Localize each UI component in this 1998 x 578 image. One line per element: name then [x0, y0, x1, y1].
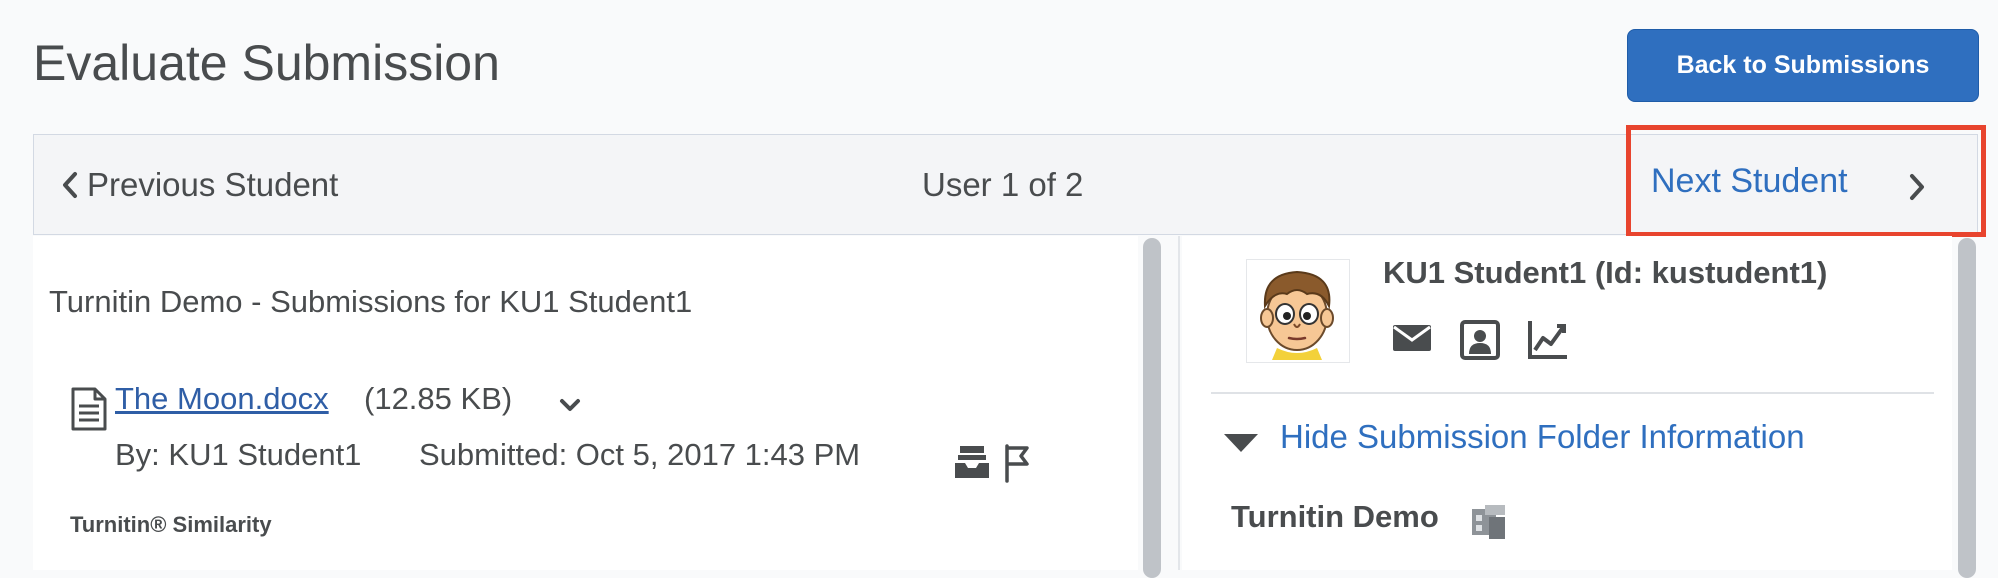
- right-pane-scrollbar[interactable]: [1958, 238, 1976, 578]
- page-title: Evaluate Submission: [33, 35, 500, 91]
- document-icon: [71, 387, 107, 431]
- next-student-link[interactable]: Next Student: [1651, 140, 1951, 222]
- file-size: (12.85 KB): [364, 381, 513, 416]
- previous-student-link[interactable]: Previous Student: [61, 135, 338, 234]
- chevron-left-icon: [63, 171, 77, 198]
- user-profile-icon[interactable]: [1460, 320, 1500, 360]
- student-name: KU1 Student1 (Id: kustudent1): [1383, 255, 1828, 290]
- left-pane-scrollbar[interactable]: [1143, 238, 1161, 578]
- folder-name: Turnitin Demo: [1231, 499, 1439, 534]
- turnitin-icon: [1472, 505, 1505, 539]
- submitted-date: Submitted: Oct 5, 2017 1:43 PM: [419, 437, 861, 472]
- back-to-submissions-button[interactable]: Back to Submissions: [1627, 29, 1979, 102]
- chevron-down-icon[interactable]: [558, 397, 582, 413]
- progress-chart-icon[interactable]: [1527, 318, 1569, 360]
- next-student-label: Next Student: [1651, 161, 1848, 200]
- pane-divider: [1178, 236, 1180, 570]
- file-name-link[interactable]: The Moon.docx: [115, 381, 329, 417]
- triangle-down-icon[interactable]: [1222, 432, 1260, 454]
- previous-student-label: Previous Student: [87, 165, 339, 203]
- mail-icon[interactable]: [1392, 323, 1432, 353]
- inbox-tray-icon[interactable]: [953, 443, 991, 481]
- hide-folder-info-link[interactable]: Hide Submission Folder Information: [1280, 418, 1805, 456]
- submitted-by: By: KU1 Student1: [115, 437, 362, 472]
- flag-icon[interactable]: [1003, 443, 1033, 483]
- student-avatar-icon: [1247, 260, 1347, 360]
- section-divider: [1211, 392, 1934, 394]
- user-counter: User 1 of 2: [922, 165, 1084, 203]
- turnitin-similarity-label: Turnitin® Similarity: [70, 512, 272, 537]
- submissions-heading: Turnitin Demo - Submissions for KU1 Stud…: [49, 284, 693, 319]
- avatar: [1246, 259, 1350, 363]
- chevron-right-icon: [1910, 174, 1924, 200]
